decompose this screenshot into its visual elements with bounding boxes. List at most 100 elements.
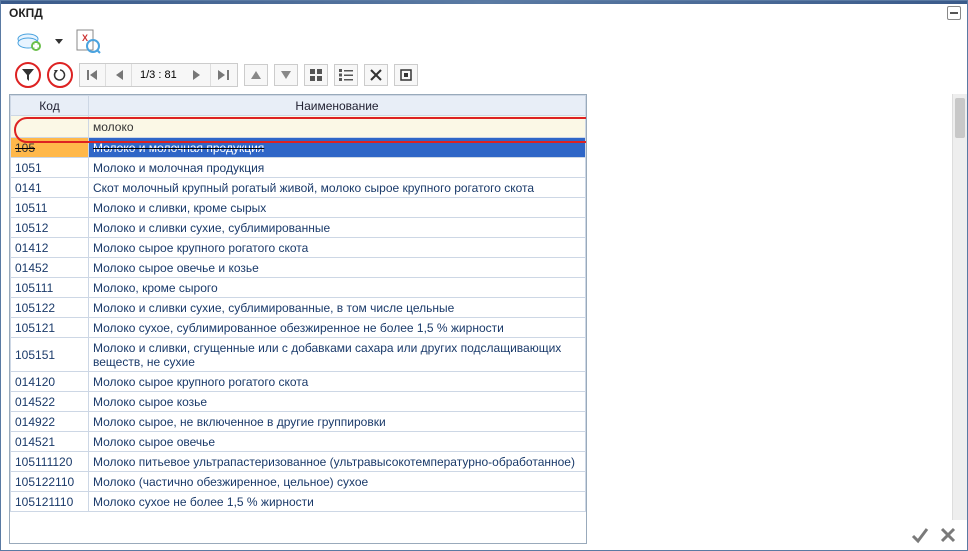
new-record-button[interactable] <box>15 26 45 56</box>
cell-name: Молоко и сливки сухие, сублимированные, … <box>89 298 586 318</box>
view-list-button[interactable] <box>334 64 358 86</box>
filter-name-input[interactable] <box>89 116 585 137</box>
okpd-window: ОКПД X <box>0 0 968 551</box>
table-row[interactable]: 105Молоко и молочная продукция <box>11 138 586 158</box>
cell-code: 105111120 <box>11 452 89 472</box>
cell-name: Молоко питьевое ультрапастеризованное (у… <box>89 452 586 472</box>
cell-code: 014522 <box>11 392 89 412</box>
list-icon <box>339 69 353 81</box>
cell-code: 105122110 <box>11 472 89 492</box>
cell-name: Молоко, кроме сырого <box>89 278 586 298</box>
cell-code: 105121 <box>11 318 89 338</box>
last-icon <box>218 70 230 80</box>
prev-page-button[interactable] <box>106 64 132 86</box>
titlebar: ОКПД <box>1 4 967 22</box>
new-record-icon <box>16 29 44 53</box>
cell-name: Скот молочный крупный рогатый живой, мол… <box>89 178 586 198</box>
table-header: Код Наименование <box>11 96 586 116</box>
minimize-icon <box>950 9 958 17</box>
cell-name: Молоко сырое овечье и козье <box>89 258 586 278</box>
right-scrollbar[interactable] <box>952 94 967 520</box>
view-grid-button[interactable] <box>304 64 328 86</box>
cell-code: 01412 <box>11 238 89 258</box>
close-icon <box>940 527 956 543</box>
check-icon <box>911 526 929 544</box>
table-row[interactable]: 105122Молоко и сливки сухие, сублимирова… <box>11 298 586 318</box>
svg-text:X: X <box>82 33 88 43</box>
last-page-button[interactable] <box>211 64 237 86</box>
maximize-square-icon <box>400 69 412 81</box>
table-row[interactable]: 105121110Молоко сухое не более 1,5 % жир… <box>11 492 586 512</box>
clear-button[interactable] <box>364 64 388 86</box>
table-row[interactable]: 105111120Молоко питьевое ультрапастеризо… <box>11 452 586 472</box>
restore-button[interactable] <box>394 64 418 86</box>
cell-name: Молоко и сливки, кроме сырых <box>89 198 586 218</box>
table-row[interactable]: 014521Молоко сырое овечье <box>11 432 586 452</box>
cell-name: Молоко сырое, не включенное в другие гру… <box>89 412 586 432</box>
confirm-button[interactable] <box>909 524 931 546</box>
filter-highlight-circle <box>15 62 41 88</box>
cell-code: 014521 <box>11 432 89 452</box>
table-row[interactable]: 01412Молоко сырое крупного рогатого скот… <box>11 238 586 258</box>
primary-toolbar: X <box>1 22 967 60</box>
minimize-button[interactable] <box>947 6 961 20</box>
cell-name: Молоко и сливки, сгущенные или с добавка… <box>89 338 586 372</box>
sort-desc-button[interactable] <box>274 64 298 86</box>
window-title: ОКПД <box>9 6 43 20</box>
table-row[interactable]: 01452Молоко сырое овечье и козье <box>11 258 586 278</box>
col-name-header[interactable]: Наименование <box>89 96 586 116</box>
export-excel-icon: X <box>75 28 101 54</box>
cell-name: Молоко и молочная продукция <box>89 138 586 158</box>
table-row[interactable]: 014120Молоко сырое крупного рогатого ско… <box>11 372 586 392</box>
cell-code: 014120 <box>11 372 89 392</box>
triangle-up-icon <box>251 71 261 79</box>
grid-icon <box>310 69 322 81</box>
navigation-toolbar: 1/3 : 81 <box>1 60 967 94</box>
cell-code: 105111 <box>11 278 89 298</box>
export-excel-button[interactable]: X <box>73 26 103 56</box>
okpd-table: Код Наименование 105Молоко и молочная пр… <box>10 95 586 512</box>
cell-name: Молоко и сливки сухие, сублимированные <box>89 218 586 238</box>
table-row[interactable]: 105121Молоко сухое, сублимированное обез… <box>11 318 586 338</box>
content-area: Код Наименование 105Молоко и молочная пр… <box>1 94 967 550</box>
cell-code: 10511 <box>11 198 89 218</box>
table-row[interactable]: 014522Молоко сырое козье <box>11 392 586 412</box>
col-code-header[interactable]: Код <box>11 96 89 116</box>
pager: 1/3 : 81 <box>79 63 238 87</box>
filter-code-input[interactable] <box>11 116 88 137</box>
table-row[interactable]: 10512Молоко и сливки сухие, сублимирован… <box>11 218 586 238</box>
next-page-button[interactable] <box>185 64 211 86</box>
table-row[interactable]: 1051Молоко и молочная продукция <box>11 158 586 178</box>
table-row[interactable]: 0141Скот молочный крупный рогатый живой,… <box>11 178 586 198</box>
first-icon <box>87 70 99 80</box>
prev-icon <box>115 70 123 80</box>
table-row[interactable]: 105111Молоко, кроме сырого <box>11 278 586 298</box>
cell-name: Молоко сырое крупного рогатого скота <box>89 372 586 392</box>
cell-name: Молоко сухое, сублимированное обезжиренн… <box>89 318 586 338</box>
dropdown-caret-icon[interactable] <box>55 39 63 44</box>
cell-name: Молоко сырое крупного рогатого скота <box>89 238 586 258</box>
sort-asc-button[interactable] <box>244 64 268 86</box>
cell-name: Молоко и молочная продукция <box>89 158 586 178</box>
triangle-down-icon <box>281 71 291 79</box>
refresh-button[interactable] <box>49 64 71 86</box>
table-row[interactable]: 105122110Молоко (частично обезжиренное, … <box>11 472 586 492</box>
filter-row <box>11 116 586 138</box>
first-page-button[interactable] <box>80 64 106 86</box>
close-button[interactable] <box>937 524 959 546</box>
cell-name: Молоко сырое козье <box>89 392 586 412</box>
table-row[interactable]: 105151Молоко и сливки, сгущенные или с д… <box>11 338 586 372</box>
page-indicator: 1/3 : 81 <box>132 69 185 81</box>
cell-code: 0141 <box>11 178 89 198</box>
table-row[interactable]: 014922Молоко сырое, не включенное в друг… <box>11 412 586 432</box>
cell-code: 105122 <box>11 298 89 318</box>
table-row[interactable]: 10511Молоко и сливки, кроме сырых <box>11 198 586 218</box>
cell-name: Молоко (частично обезжиренное, цельное) … <box>89 472 586 492</box>
cell-code: 014922 <box>11 412 89 432</box>
filter-button[interactable] <box>17 64 39 86</box>
cell-code: 105151 <box>11 338 89 372</box>
scrollbar-thumb[interactable] <box>955 98 965 138</box>
cell-code: 105 <box>11 138 89 158</box>
refresh-highlight-circle <box>47 62 73 88</box>
cell-code: 1051 <box>11 158 89 178</box>
